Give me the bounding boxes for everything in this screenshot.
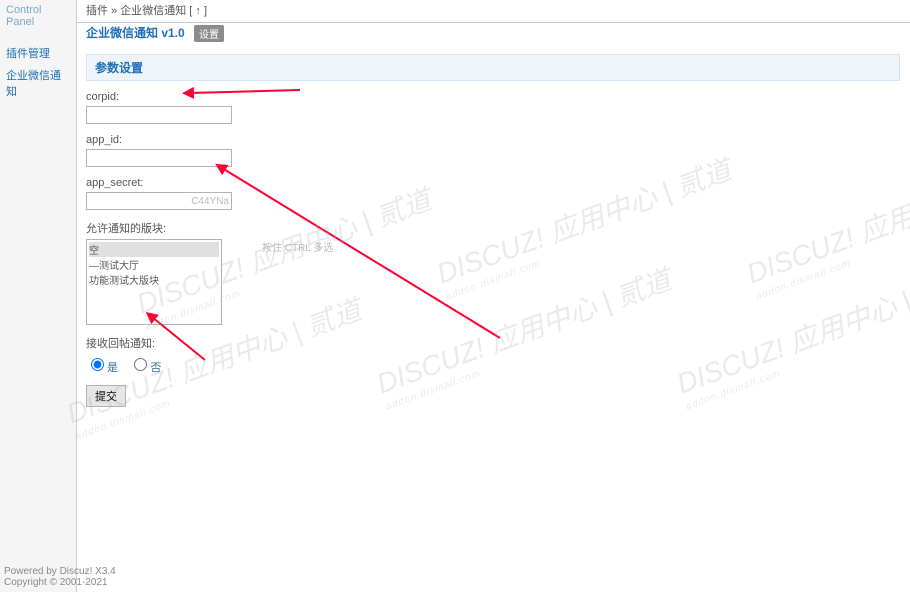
select-boards[interactable]: 空 —测试大厅 功能测试大版块 bbox=[86, 239, 222, 325]
label-corpid: corpid: bbox=[86, 91, 900, 103]
footer-copyright: Copyright © 2001-2021 bbox=[4, 577, 116, 588]
label-boards: 允许通知的版块: bbox=[86, 220, 900, 236]
row-app-id: app_id: bbox=[86, 134, 900, 167]
submit-button[interactable]: 提交 bbox=[86, 385, 126, 407]
sidebar-title: Control Panel bbox=[0, 0, 76, 32]
breadcrumb: 插件 » 企业微信通知 [ ↑ ] bbox=[76, 0, 910, 23]
board-option[interactable]: 功能测试大版块 bbox=[89, 272, 219, 287]
radio-no[interactable] bbox=[134, 358, 147, 371]
sidebar-item-plugins[interactable]: 插件管理 bbox=[0, 42, 76, 64]
sidebar-item-wechat-notify[interactable]: 企业微信通知 bbox=[0, 64, 76, 102]
breadcrumb-text: 插件 » 企业微信通知 [ ↑ ] bbox=[86, 5, 207, 17]
radio-yes[interactable] bbox=[91, 358, 104, 371]
board-option[interactable]: —测试大厅 bbox=[89, 257, 219, 272]
input-corpid[interactable] bbox=[86, 106, 232, 124]
row-boards: 允许通知的版块: 空 —测试大厅 功能测试大版块 按住 CTRL 多选 bbox=[86, 220, 900, 325]
radio-no-label[interactable]: 否 bbox=[129, 362, 161, 374]
row-corpid: corpid: bbox=[86, 91, 900, 124]
boards-hint: 按住 CTRL 多选 bbox=[262, 239, 333, 254]
main-content: 企业微信通知 v1.0 设置 参数设置 corpid: app_id: app_… bbox=[86, 24, 900, 407]
input-app-id[interactable] bbox=[86, 149, 232, 167]
radio-yes-label[interactable]: 是 bbox=[86, 362, 118, 374]
row-reply-notify: 接收回帖通知: 是 否 bbox=[86, 335, 900, 375]
section-header: 参数设置 bbox=[86, 54, 900, 81]
footer-powered: Powered by Discuz! X3.4 bbox=[4, 566, 116, 577]
label-reply-notify: 接收回帖通知: bbox=[86, 335, 900, 351]
board-option[interactable]: 空 bbox=[89, 242, 219, 257]
settings-badge[interactable]: 设置 bbox=[194, 25, 224, 42]
plugin-title: 企业微信通知 v1.0 bbox=[86, 24, 185, 41]
footer: Powered by Discuz! X3.4 Copyright © 2001… bbox=[4, 566, 116, 588]
sidebar: Control Panel 插件管理 企业微信通知 bbox=[0, 0, 77, 592]
label-app-secret: app_secret: bbox=[86, 177, 900, 189]
row-app-secret: app_secret: bbox=[86, 177, 900, 210]
label-app-id: app_id: bbox=[86, 134, 900, 146]
input-app-secret[interactable] bbox=[86, 192, 232, 210]
